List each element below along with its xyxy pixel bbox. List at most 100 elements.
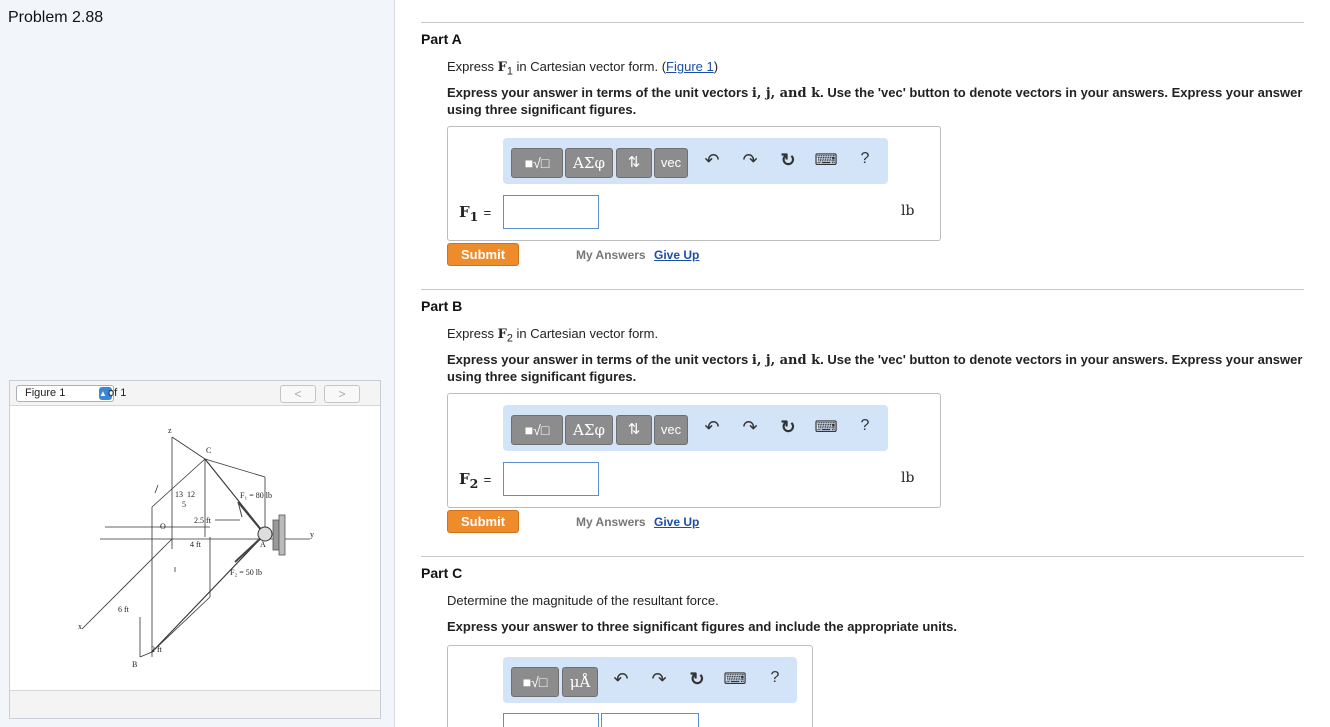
part-a-my-answers-link[interactable]: My Answers: [576, 248, 646, 262]
y-label: y: [310, 530, 314, 539]
part-c-prompt: Determine the magnitude of the resultant…: [447, 593, 719, 608]
part-a-prompt-post: in Cartesian vector form.: [512, 59, 659, 74]
problem-title: Problem 2.88: [8, 9, 104, 26]
keyboard-icon[interactable]: ⌨: [723, 669, 747, 689]
part-b-divider: [421, 289, 1304, 290]
origin-label: O: [160, 522, 166, 531]
keyboard-icon[interactable]: ⌨: [814, 150, 838, 170]
vec-button[interactable]: vec: [654, 148, 688, 178]
part-b-prompt-symbol: F: [497, 327, 507, 342]
greek-icon: ΑΣφ: [573, 154, 605, 172]
part-b-my-answers-link[interactable]: My Answers: [576, 515, 646, 529]
part-b-math-toolbar: ■√□ ΑΣφ ⇅ vec ↶ ↷ ↻ ⌨ ?: [503, 405, 888, 451]
part-b-submit-button[interactable]: Submit: [447, 510, 519, 533]
templates-button[interactable]: ■√□: [511, 148, 563, 178]
part-a-give-up-link[interactable]: Give Up: [654, 248, 699, 262]
point-b-label: B: [132, 660, 137, 669]
greek-icon: ΑΣφ: [573, 421, 605, 439]
templates-button[interactable]: ■√□: [511, 415, 563, 445]
part-c-units-input[interactable]: [601, 713, 699, 727]
left-panel: Problem 2.88 Figure 1 ▲▼ of 1 < > z y x …: [0, 0, 395, 727]
reset-icon[interactable]: ↻: [777, 417, 799, 438]
part-b-prompt-text: Express: [447, 326, 494, 341]
help-icon[interactable]: ?: [855, 417, 875, 435]
arrows-button[interactable]: ⇅: [616, 415, 652, 445]
x-label: x: [78, 622, 82, 631]
part-b-eq-sub: 2: [469, 476, 479, 491]
redo-icon[interactable]: ↷: [739, 150, 761, 171]
x-axis-line: [81, 538, 173, 630]
part-a-instruction: Express your answer in terms of the unit…: [447, 85, 1307, 118]
units-button[interactable]: μÅ: [562, 667, 598, 697]
part-a-submit-button[interactable]: Submit: [447, 243, 519, 266]
updown-arrows-icon: ⇅: [627, 154, 641, 171]
part-a-prompt: Express F1 in Cartesian vector form. (Fi…: [447, 59, 719, 78]
next-figure-button[interactable]: >: [324, 385, 360, 403]
help-icon[interactable]: ?: [855, 150, 875, 168]
part-a-math-toolbar: ■√□ ΑΣφ ⇅ vec ↶ ↷ ↻ ⌨ ?: [503, 138, 888, 184]
dim-6ft: 6 ft: [118, 605, 130, 614]
part-b-unit: lb: [901, 470, 915, 486]
part-a-instruction-pre: Express your answer in terms of the unit…: [447, 85, 752, 100]
f2-arrow: [234, 536, 263, 563]
greek-button[interactable]: ΑΣφ: [565, 148, 613, 178]
part-b-give-up-link[interactable]: Give Up: [654, 515, 699, 529]
chevron-left-icon: <: [294, 387, 302, 401]
part-a-unit: lb: [901, 203, 915, 219]
prev-figure-button[interactable]: <: [280, 385, 316, 403]
help-icon[interactable]: ?: [765, 669, 785, 687]
vec-button-label: vec: [660, 422, 682, 437]
templates-icon: ■√□: [522, 674, 548, 690]
part-b-instruction-pre: Express your answer in terms of the unit…: [447, 352, 752, 367]
part-b-prompt-post: in Cartesian vector form.: [512, 326, 659, 341]
undo-icon[interactable]: ↶: [701, 150, 723, 171]
dim-2-5ft: 2.5 ft: [194, 516, 212, 525]
reset-icon[interactable]: ↻: [686, 669, 708, 690]
part-a-answer-input[interactable]: [503, 195, 599, 229]
dim-4ft: 4 ft: [190, 540, 202, 549]
part-b-eq-sign: =: [483, 472, 492, 487]
ratio-12: 12: [187, 490, 195, 499]
part-b-eq-symbol: F: [459, 470, 470, 488]
part-b-answer-input[interactable]: [503, 462, 599, 496]
figure-panel: Figure 1 ▲▼ of 1 < > z y x O C A B F₁ = …: [9, 380, 381, 719]
part-c-math-toolbar: ■√□ μÅ ↶ ↷ ↻ ⌨ ?: [503, 657, 797, 703]
figure-count: of 1: [108, 387, 127, 399]
part-c-title: Part C: [421, 565, 463, 581]
part-b-title: Part B: [421, 298, 463, 314]
part-b-eq-label: F2 =: [459, 470, 491, 491]
updown-arrows-icon: ⇅: [627, 421, 641, 438]
redo-icon[interactable]: ↷: [648, 669, 670, 690]
z-label: z: [168, 426, 172, 435]
part-a-eq-label: F1 =: [459, 203, 491, 224]
redo-icon[interactable]: ↷: [739, 417, 761, 438]
figure-footer: [10, 690, 380, 718]
undo-icon[interactable]: ↶: [701, 417, 723, 438]
part-c-value-input[interactable]: [503, 713, 599, 727]
keyboard-icon[interactable]: ⌨: [814, 417, 838, 437]
wall-support: [272, 519, 280, 551]
part-a-unit-vectors: i, j, and k: [751, 86, 821, 101]
part-c-instruction: Express your answer to three significant…: [447, 619, 957, 634]
figure-diagram: z y x O C A B F₁ = 80 lb F₂ = 50 lb 2.5 …: [78, 426, 314, 669]
templates-icon: ■√□: [524, 155, 550, 171]
part-a-eq-symbol: F: [459, 203, 470, 221]
vec-button[interactable]: vec: [654, 415, 688, 445]
figure-link[interactable]: Figure 1: [666, 59, 714, 74]
part-a-prompt-text: Express: [447, 59, 494, 74]
chevron-right-icon: >: [338, 387, 346, 401]
undo-icon[interactable]: ↶: [610, 669, 632, 690]
f2-label: F₂ = 50 lb: [230, 568, 262, 577]
reset-icon[interactable]: ↻: [777, 150, 799, 171]
templates-button[interactable]: ■√□: [511, 667, 559, 697]
greek-button[interactable]: ΑΣφ: [565, 415, 613, 445]
part-b-instruction: Express your answer in terms of the unit…: [447, 352, 1307, 385]
part-a-eq-sign: =: [483, 205, 492, 220]
figure-select[interactable]: Figure 1 ▲▼: [16, 385, 115, 402]
ratio-13: 13: [175, 490, 183, 499]
part-a-title: Part A: [421, 31, 462, 47]
arrows-button[interactable]: ⇅: [616, 148, 652, 178]
ratio-5: 5: [182, 500, 186, 509]
part-b-answer-box: ■√□ ΑΣφ ⇅ vec ↶ ↷ ↻ ⌨ ? F2 = lb: [447, 393, 941, 508]
dim-2ft: 2 ft: [151, 645, 163, 654]
